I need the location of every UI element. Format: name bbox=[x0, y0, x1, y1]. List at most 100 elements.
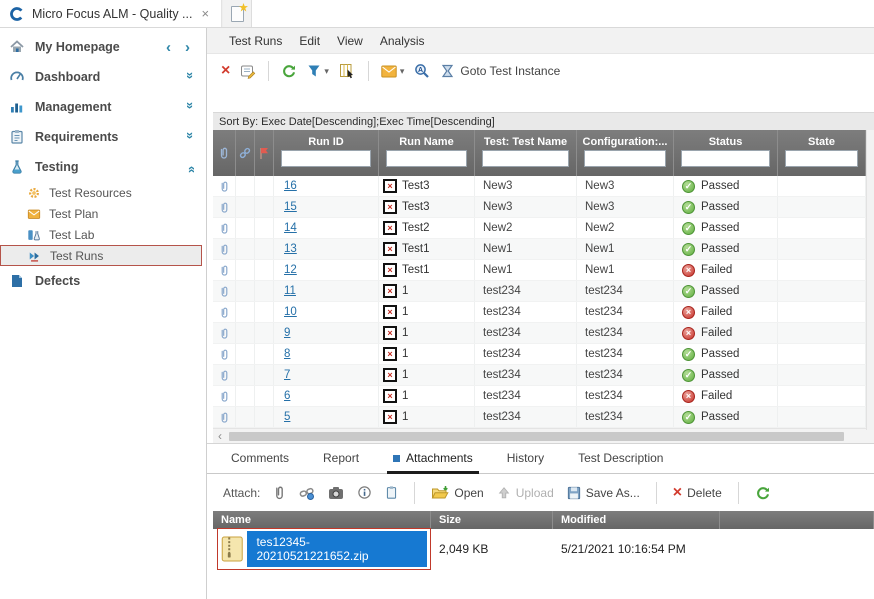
column-header-size[interactable]: Size bbox=[431, 511, 553, 529]
app-window: Micro Focus ALM - Quality ... × My Homep… bbox=[0, 0, 874, 599]
goto-test-instance-button[interactable]: Goto Test Instance bbox=[440, 63, 560, 79]
tab-attachments[interactable]: Attachments bbox=[391, 445, 475, 473]
follow-up-flag-column-header[interactable] bbox=[255, 130, 274, 176]
test-name-filter-input[interactable] bbox=[482, 150, 569, 167]
sidebar-item-defects[interactable]: Defects bbox=[0, 266, 206, 296]
upload-attachment-button[interactable]: Upload bbox=[497, 486, 554, 500]
tab-comments[interactable]: Comments bbox=[229, 445, 291, 473]
sidebar-item-test-resources[interactable]: Test Resources bbox=[0, 182, 206, 203]
menu-edit[interactable]: Edit bbox=[299, 34, 320, 48]
nav-forward-icon[interactable]: › bbox=[185, 39, 190, 56]
run-name-filter-input[interactable] bbox=[386, 150, 467, 167]
expand-section-icon[interactable]: » bbox=[183, 101, 198, 112]
delete-attachment-button[interactable]: × Delete bbox=[673, 485, 722, 501]
sidebar-item-test-lab[interactable]: Test Lab bbox=[0, 224, 206, 245]
refresh-button[interactable] bbox=[281, 63, 297, 79]
expand-section-icon[interactable]: » bbox=[183, 131, 198, 142]
sidebar-item-my-homepage[interactable]: My Homepage ‹ › bbox=[0, 32, 206, 62]
run-row[interactable]: 6 ×1 test234 test234 Failed bbox=[213, 386, 866, 407]
column-header-status[interactable]: Status bbox=[674, 130, 778, 176]
sidebar-item-label: Requirements bbox=[35, 130, 175, 144]
run-id-filter-input[interactable] bbox=[281, 150, 371, 167]
sidebar-item-management[interactable]: Management » bbox=[0, 92, 206, 122]
send-mail-button[interactable]: ▾ bbox=[381, 65, 405, 78]
run-id-link[interactable]: 11 bbox=[274, 285, 296, 297]
attachment-row[interactable]: tes12345-20210521221652.zip 2,049 KB 5/2… bbox=[213, 529, 874, 569]
run-details-button[interactable] bbox=[240, 63, 256, 79]
menu-test-runs[interactable]: Test Runs bbox=[229, 34, 282, 48]
state-filter-input[interactable] bbox=[785, 150, 858, 167]
run-id-link[interactable]: 8 bbox=[274, 348, 290, 360]
run-row[interactable]: 9 ×1 test234 test234 Failed bbox=[213, 323, 866, 344]
app-tab[interactable]: Micro Focus ALM - Quality ... × bbox=[0, 0, 222, 27]
mail-icon bbox=[381, 65, 397, 78]
column-header-run-name[interactable]: Run Name bbox=[379, 130, 475, 176]
tab-test-description[interactable]: Test Description bbox=[576, 445, 665, 473]
nav-back-icon[interactable]: ‹ bbox=[166, 39, 171, 56]
paperclip-icon bbox=[219, 411, 230, 424]
scroll-left-icon[interactable]: ‹ bbox=[213, 429, 227, 443]
save-as-button[interactable]: Save As... bbox=[567, 486, 640, 500]
run-row[interactable]: 5 ×1 test234 test234 Passed bbox=[213, 407, 866, 428]
tab-report[interactable]: Report bbox=[321, 445, 361, 473]
attach-snapshot-button[interactable] bbox=[328, 486, 344, 500]
run-row[interactable]: 15 ×Test3 New3 New3 Passed bbox=[213, 197, 866, 218]
run-row[interactable]: 13 ×Test1 New1 New1 Passed bbox=[213, 239, 866, 260]
new-tab-button[interactable] bbox=[222, 0, 252, 27]
attach-clipboard-button[interactable] bbox=[385, 485, 398, 500]
run-row[interactable]: 8 ×1 test234 test234 Passed bbox=[213, 344, 866, 365]
vertical-scrollbar[interactable] bbox=[866, 130, 874, 430]
sidebar-item-dashboard[interactable]: Dashboard » bbox=[0, 62, 206, 92]
attachments-column-header[interactable] bbox=[213, 130, 236, 176]
toolbar-separator bbox=[268, 61, 269, 81]
column-header-run-id[interactable]: Run ID bbox=[274, 130, 379, 176]
run-row[interactable]: 7 ×1 test234 test234 Passed bbox=[213, 365, 866, 386]
run-row[interactable]: 11 ×1 test234 test234 Passed bbox=[213, 281, 866, 302]
status-icon bbox=[682, 327, 695, 340]
configuration-filter-input[interactable] bbox=[584, 150, 666, 167]
column-header-test-name[interactable]: Test: Test Name bbox=[475, 130, 577, 176]
linked-entities-column-header[interactable] bbox=[236, 130, 255, 176]
run-id-link[interactable]: 15 bbox=[274, 201, 297, 213]
menu-view[interactable]: View bbox=[337, 34, 363, 48]
tab-close-icon[interactable]: × bbox=[199, 6, 211, 21]
run-id-link[interactable]: 13 bbox=[274, 243, 297, 255]
attach-file-button[interactable] bbox=[273, 485, 286, 500]
column-header-name[interactable]: Name bbox=[213, 511, 431, 529]
attach-system-info-button[interactable] bbox=[357, 485, 372, 500]
find-button[interactable]: A bbox=[414, 63, 430, 79]
run-id-link[interactable]: 6 bbox=[274, 390, 290, 402]
sidebar-item-test-runs[interactable]: Test Runs bbox=[0, 245, 202, 266]
scrollbar-thumb[interactable] bbox=[229, 432, 844, 441]
menu-analysis[interactable]: Analysis bbox=[380, 34, 425, 48]
filter-button[interactable]: ▾ bbox=[307, 64, 329, 78]
select-columns-button[interactable] bbox=[339, 63, 356, 79]
horizontal-scrollbar[interactable]: ‹ bbox=[213, 428, 874, 443]
attachment-file-name[interactable]: tes12345-20210521221652.zip bbox=[247, 531, 427, 567]
open-attachment-button[interactable]: Open bbox=[431, 485, 483, 500]
expand-section-icon[interactable]: » bbox=[183, 71, 198, 82]
run-row[interactable]: 16 ×Test3 New3 New3 Passed bbox=[213, 176, 866, 197]
run-id-link[interactable]: 5 bbox=[274, 411, 290, 423]
run-id-link[interactable]: 16 bbox=[274, 180, 297, 192]
run-id-link[interactable]: 9 bbox=[274, 327, 290, 339]
tab-history[interactable]: History bbox=[505, 445, 546, 473]
sidebar-item-testing[interactable]: Testing » bbox=[0, 152, 206, 182]
collapse-section-icon[interactable]: » bbox=[183, 161, 198, 172]
column-header-state[interactable]: State bbox=[778, 130, 866, 176]
run-id-link[interactable]: 10 bbox=[274, 306, 297, 318]
run-row[interactable]: 14 ×Test2 New2 New2 Passed bbox=[213, 218, 866, 239]
column-header-modified[interactable]: Modified bbox=[553, 511, 720, 529]
run-row[interactable]: 12 ×Test1 New1 New1 Failed bbox=[213, 260, 866, 281]
attach-url-button[interactable] bbox=[299, 486, 315, 500]
column-header-configuration[interactable]: Configuration:... bbox=[577, 130, 674, 176]
status-filter-input[interactable] bbox=[681, 150, 770, 167]
sidebar-item-requirements[interactable]: Requirements » bbox=[0, 122, 206, 152]
run-id-link[interactable]: 12 bbox=[274, 264, 297, 276]
run-id-link[interactable]: 7 bbox=[274, 369, 290, 381]
refresh-attachments-button[interactable] bbox=[755, 485, 771, 501]
sidebar-item-test-plan[interactable]: Test Plan bbox=[0, 203, 206, 224]
run-id-link[interactable]: 14 bbox=[274, 222, 297, 234]
run-row[interactable]: 10 ×1 test234 test234 Failed bbox=[213, 302, 866, 323]
delete-run-button[interactable]: × bbox=[221, 63, 230, 79]
